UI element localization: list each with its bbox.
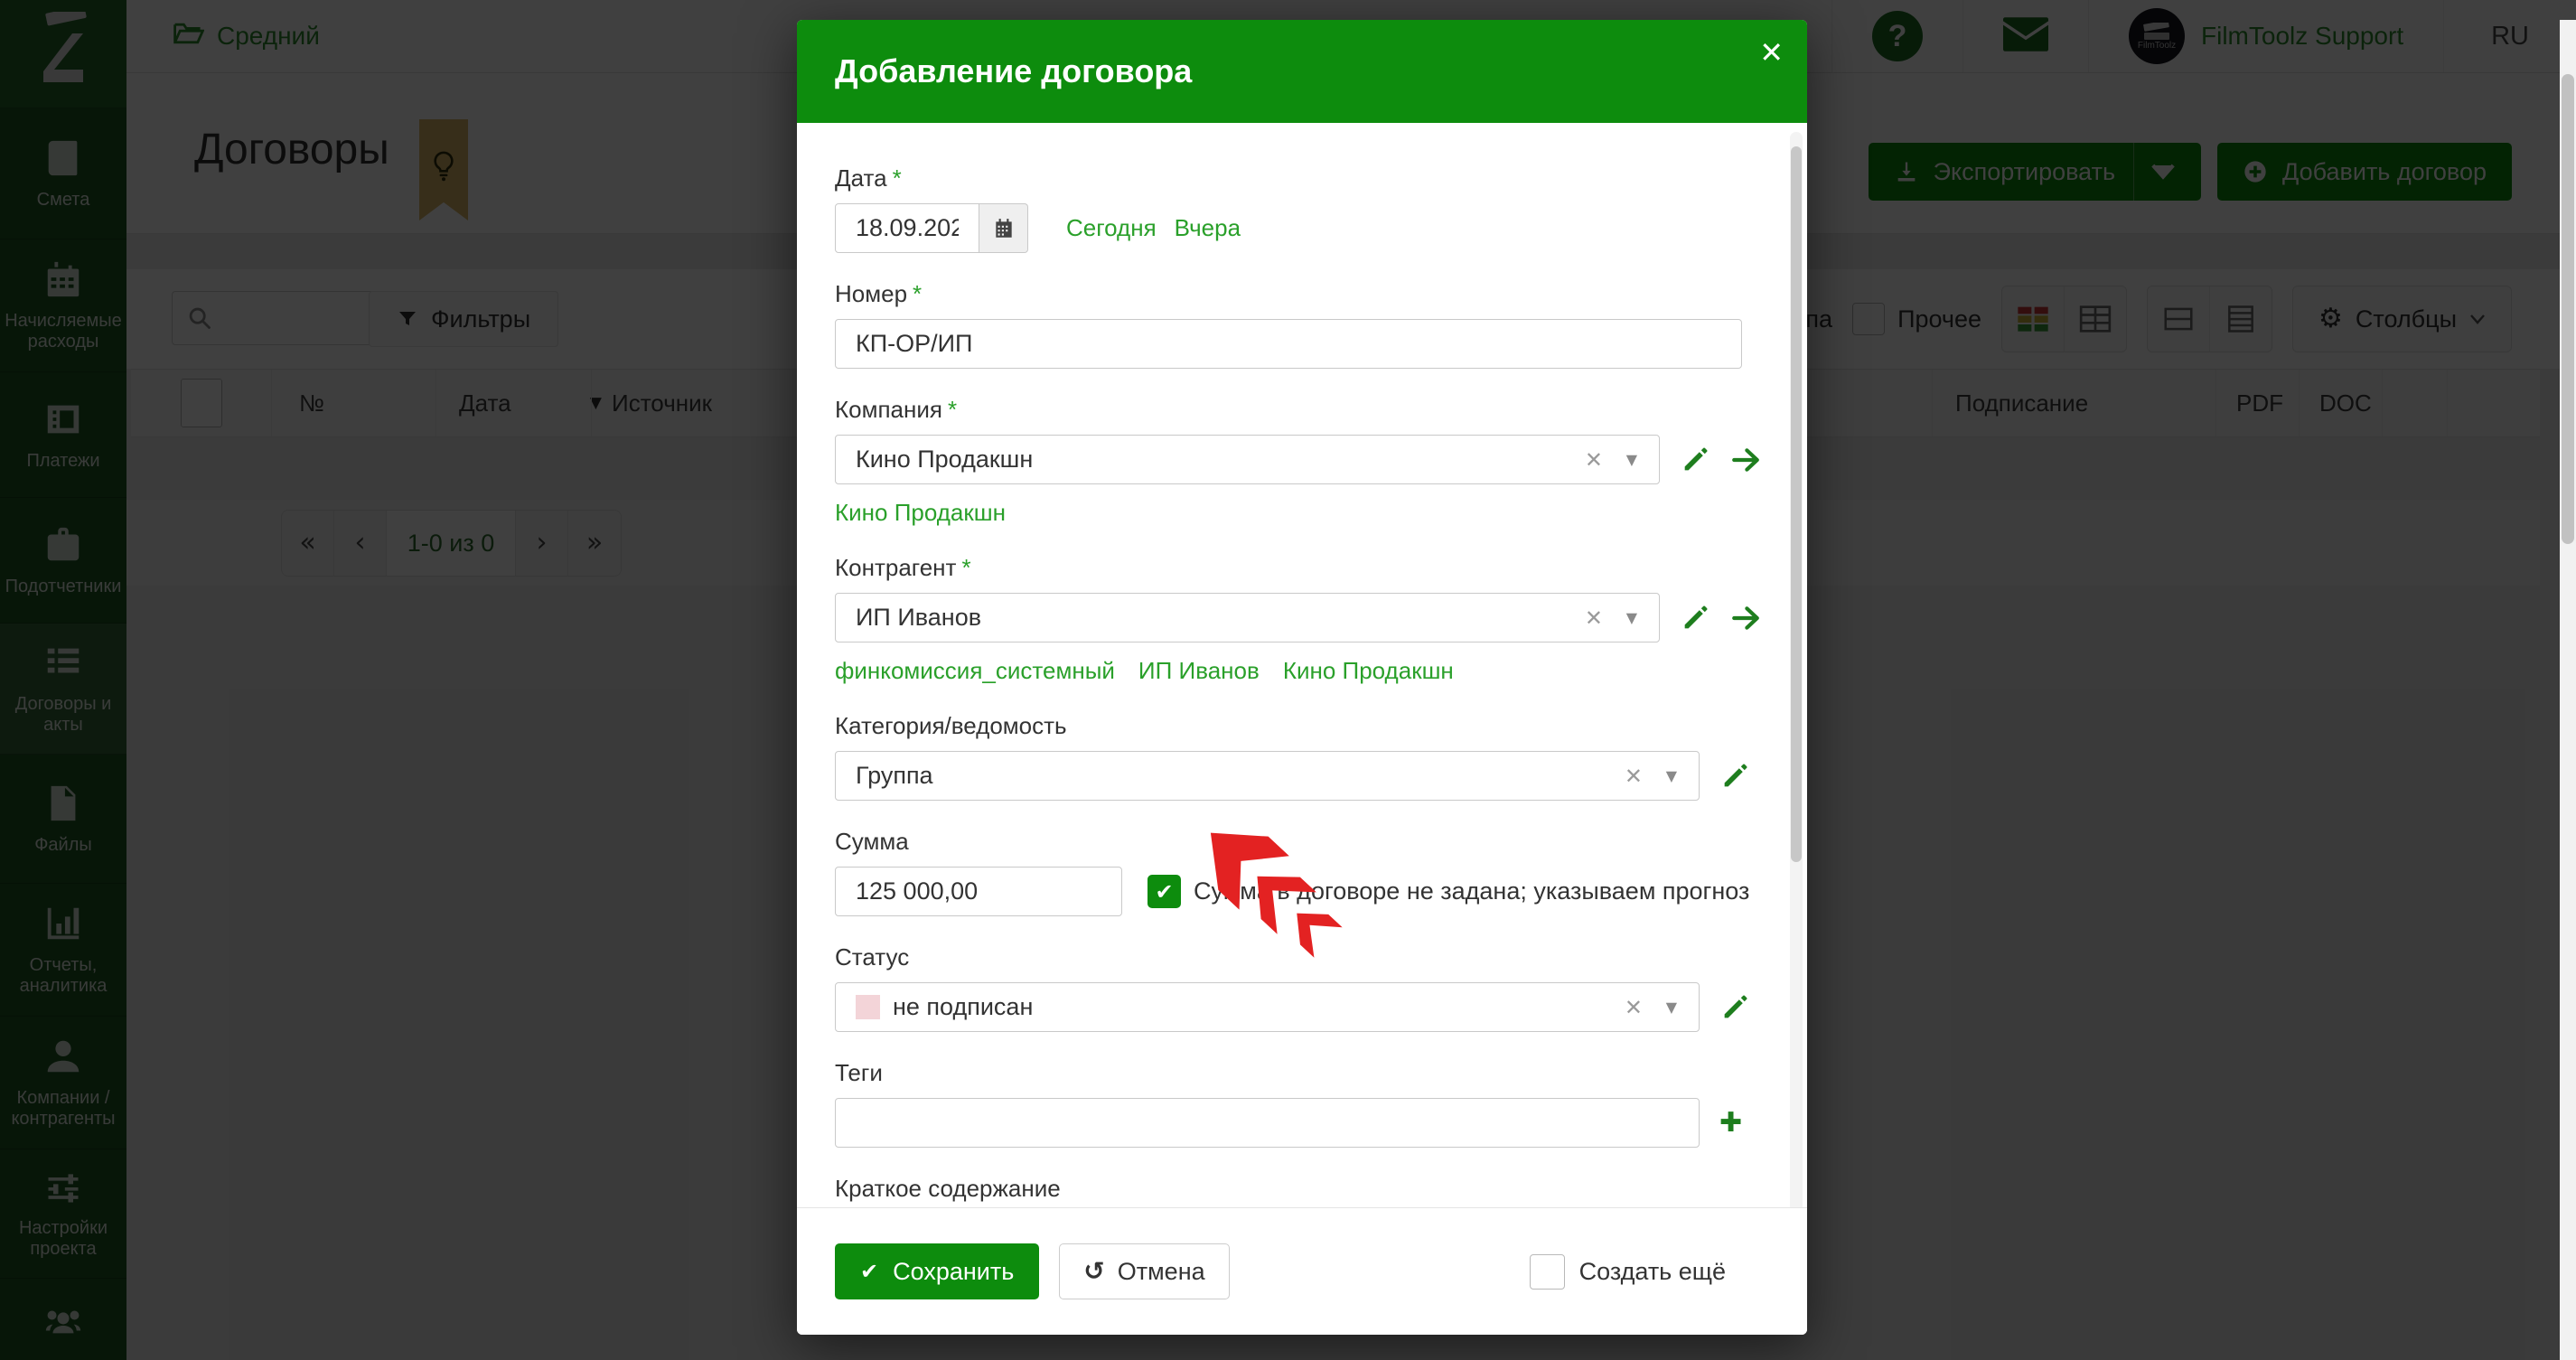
cancel-label: Отмена: [1117, 1257, 1205, 1285]
company-label: Компания *: [835, 396, 958, 423]
counterparty-label: Контрагент *: [835, 554, 971, 581]
clear-icon[interactable]: ✕: [1625, 997, 1643, 1018]
create-more-label[interactable]: Создать ещё: [1579, 1258, 1726, 1286]
clear-icon[interactable]: ✕: [1585, 607, 1603, 629]
counterparty-field-group: Контрагент * ИП Иванов ✕ ▼ финкомиссия_с…: [835, 554, 1784, 685]
modal-title: Добавление договора: [835, 52, 1193, 89]
edit-counterparty-button[interactable]: [1680, 603, 1710, 633]
calendar-button[interactable]: [979, 203, 1028, 253]
status-select-value: не подписан: [893, 993, 1034, 1020]
goto-company-button[interactable]: [1730, 445, 1761, 475]
required-mark: *: [947, 396, 958, 423]
counterparty-suggestion-link[interactable]: ИП Иванов: [1138, 657, 1260, 685]
required-mark: *: [913, 280, 923, 307]
chevron-down-icon[interactable]: ▼: [1626, 452, 1637, 467]
category-field-group: Категория/ведомость Группа ✕ ▼: [835, 712, 1784, 801]
today-link[interactable]: Сегодня: [1066, 214, 1157, 242]
number-field-group: Номер *: [835, 280, 1784, 369]
chevron-down-icon[interactable]: ▼: [1626, 610, 1637, 625]
modal-footer: ✔ Сохранить ↺ Отмена Создать ещё: [797, 1207, 1807, 1335]
category-label: Категория/ведомость: [835, 712, 1067, 739]
amount-field-group: Сумма ✔ Сумма в договоре не задана; указ…: [835, 828, 1784, 916]
date-label: Дата *: [835, 164, 902, 192]
status-label: Статус: [835, 943, 910, 971]
date-field-group: Дата* Сегодня Вчера: [835, 164, 1784, 253]
status-select[interactable]: не подписан ✕ ▼: [835, 982, 1700, 1032]
required-mark: *: [961, 554, 971, 581]
summary-field-group: Краткое содержание: [835, 1175, 1784, 1208]
edit-company-button[interactable]: [1680, 445, 1710, 475]
chevron-down-icon[interactable]: ▼: [1666, 768, 1677, 783]
modal-header: Добавление договора ✕: [797, 20, 1807, 123]
plus-icon: ✚: [1719, 1106, 1743, 1139]
counterparty-suggestion-link[interactable]: финкомиссия_системный: [835, 657, 1115, 685]
category-select[interactable]: Группа ✕ ▼: [835, 751, 1700, 801]
amount-input[interactable]: [835, 867, 1122, 916]
company-select-value: Кино Продакшн: [856, 446, 1034, 473]
calendar-icon: [995, 218, 1012, 238]
clear-icon[interactable]: ✕: [1625, 765, 1643, 787]
arrow-right-icon: [1732, 605, 1759, 630]
tags-input[interactable]: [835, 1098, 1700, 1148]
amount-label: Сумма: [835, 828, 909, 855]
pencil-icon: [1684, 447, 1708, 470]
forecast-checkbox-label[interactable]: Сумма в договоре не задана; указываем пр…: [1194, 877, 1749, 905]
counterparty-select[interactable]: ИП Иванов ✕ ▼: [835, 593, 1660, 642]
chevron-down-icon[interactable]: ▼: [1666, 999, 1677, 1015]
tags-field-group: Теги ✚: [835, 1059, 1784, 1148]
add-tag-button[interactable]: ✚: [1719, 1106, 1743, 1139]
date-input[interactable]: [835, 203, 979, 253]
save-label: Сохранить: [893, 1257, 1015, 1285]
company-select[interactable]: Кино Продакшн ✕ ▼: [835, 435, 1660, 484]
viewport-scrollbar[interactable]: [2560, 20, 2576, 1360]
check-icon: ✔: [860, 1259, 879, 1284]
company-field-group: Компания * Кино Продакшн ✕ ▼ Кино Продак…: [835, 396, 1784, 527]
undo-icon: ↺: [1083, 1256, 1105, 1286]
company-suggestion-link[interactable]: Кино Продакшн: [835, 499, 1006, 527]
modal-body: Дата* Сегодня Вчера: [797, 123, 1784, 1208]
pencil-icon: [1724, 995, 1747, 1018]
status-field-group: Статус не подписан ✕ ▼: [835, 943, 1784, 1032]
save-button[interactable]: ✔ Сохранить: [835, 1243, 1040, 1299]
summary-label: Краткое содержание: [835, 1175, 1061, 1202]
status-color-swatch: [856, 995, 880, 1019]
create-more-checkbox[interactable]: [1529, 1253, 1565, 1290]
edit-category-button[interactable]: [1719, 761, 1750, 792]
forecast-checkbox[interactable]: ✔: [1147, 875, 1181, 908]
yesterday-link[interactable]: Вчера: [1175, 214, 1241, 242]
check-icon: ✔: [1155, 878, 1174, 905]
pencil-icon: [1684, 605, 1708, 628]
edit-status-button[interactable]: [1719, 992, 1750, 1023]
add-contract-modal: Добавление договора ✕ Дата* Сего: [797, 20, 1807, 1335]
app-root: Смета Начисляемые расходы Платежи Подотч…: [0, 0, 2576, 1360]
cancel-button[interactable]: ↺ Отмена: [1059, 1243, 1230, 1299]
required-mark: *: [892, 164, 902, 192]
number-label: Номер *: [835, 280, 923, 307]
category-select-value: Группа: [856, 762, 933, 789]
pencil-icon: [1724, 764, 1747, 786]
counterparty-suggestion-link[interactable]: Кино Продакшн: [1283, 657, 1454, 685]
clear-icon[interactable]: ✕: [1585, 449, 1603, 471]
goto-counterparty-button[interactable]: [1730, 603, 1761, 633]
arrow-right-icon: [1732, 447, 1759, 472]
number-input[interactable]: [835, 319, 1742, 369]
close-icon[interactable]: ✕: [1759, 38, 1784, 67]
modal-scrollbar[interactable]: [1790, 132, 1803, 1213]
tags-label: Теги: [835, 1059, 883, 1086]
counterparty-select-value: ИП Иванов: [856, 604, 982, 631]
